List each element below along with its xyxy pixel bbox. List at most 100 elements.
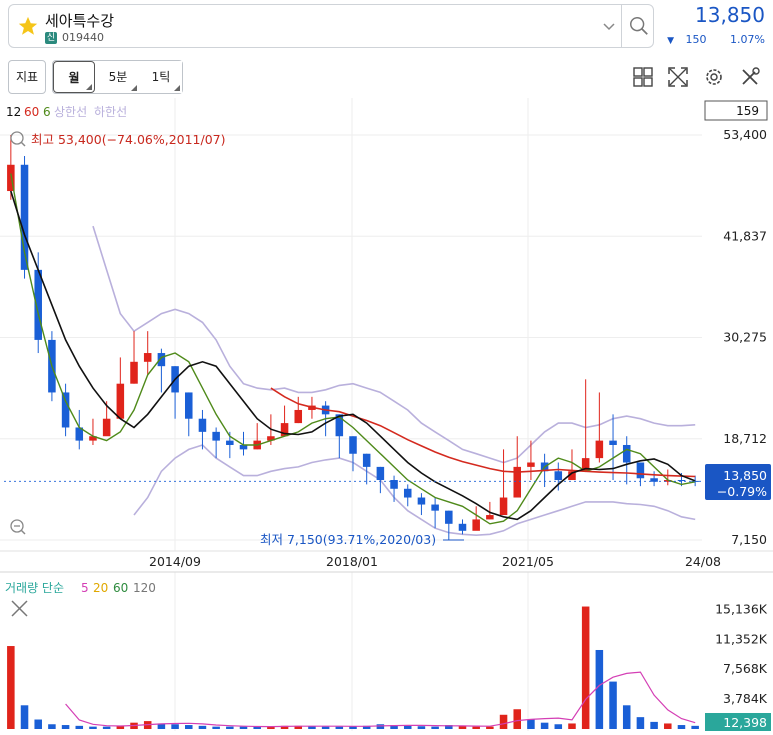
volume-bar xyxy=(75,725,84,729)
candle-body xyxy=(362,453,371,467)
current-volume-value: 12,398 xyxy=(723,715,767,730)
price-y-tick: 53,400 xyxy=(723,127,767,142)
candle-body xyxy=(116,383,125,419)
candle-body xyxy=(458,523,467,531)
x-tick-24-08: 24/08 xyxy=(685,554,721,569)
current-price-tag-value: 13,850 xyxy=(723,468,767,483)
candle-body xyxy=(499,497,508,516)
volume-bar xyxy=(20,705,29,729)
market-badge: 신 xyxy=(45,32,57,44)
chart-toolbar: 지표 월 5분 1틱 xyxy=(0,56,773,98)
volume-bar xyxy=(650,721,658,729)
volume-bar xyxy=(417,726,426,729)
candle-body xyxy=(102,418,111,437)
price-y-tick: 18,712 xyxy=(723,431,767,446)
candle-body xyxy=(212,431,220,441)
current-price-tag: 13,850 −0.79% xyxy=(705,464,771,500)
period-5min-button[interactable]: 5분 xyxy=(97,61,139,93)
x-tick-2021-05: 2021/05 xyxy=(502,554,554,569)
stock-name: 세아특수강 xyxy=(45,12,115,30)
volume-legend-ma5: 5 xyxy=(81,581,89,595)
tools-icon[interactable] xyxy=(739,66,761,88)
volume-legend-title: 거래량 단순 xyxy=(5,581,64,595)
volume-y-tick: 11,352K xyxy=(715,631,768,646)
volume-bar xyxy=(664,723,672,729)
volume-legend-ma120: 120 xyxy=(133,581,156,595)
search-button[interactable] xyxy=(621,5,654,47)
legend-band-lower: 하한선 xyxy=(94,105,127,119)
high-annotation: 최고 53,400(−74.06%,2011/07) xyxy=(31,132,226,147)
volume-bar xyxy=(622,705,631,729)
candle-body xyxy=(198,418,207,432)
period-month-button[interactable]: 월 xyxy=(53,61,95,93)
period-1tick-button[interactable]: 1틱 xyxy=(140,61,182,93)
gear-icon[interactable] xyxy=(703,66,725,88)
candle-body xyxy=(294,409,303,424)
volume-y-tick: 3,784K xyxy=(723,691,768,706)
price-y-tick: 30,275 xyxy=(723,330,767,345)
favorite-star-icon[interactable] xyxy=(17,15,39,37)
volume-bar xyxy=(595,649,604,729)
change-value: 150 xyxy=(685,33,707,46)
candle-body xyxy=(609,440,617,445)
volume-bar xyxy=(486,726,494,729)
price-change: ▼ 150 1.07% xyxy=(667,33,765,46)
legend-band-upper: 상한선 xyxy=(54,105,87,119)
volume-legend-ma20: 20 xyxy=(93,581,108,595)
chart-area[interactable]: 12 60 6 상한선 하한선 159 최고 53,400(−74.06%,20… xyxy=(0,98,773,731)
period-5min-label: 5분 xyxy=(108,70,128,84)
candle-body xyxy=(403,488,412,498)
volume-bar xyxy=(554,724,563,729)
volume-bar xyxy=(7,646,15,729)
volume-bar xyxy=(226,726,234,729)
volume-bar xyxy=(691,725,699,729)
current-price: 13,850 xyxy=(695,3,765,27)
layout-grid-icon[interactable] xyxy=(632,66,654,88)
volume-bar xyxy=(212,726,220,729)
candle-body xyxy=(595,440,604,459)
header-bar: 세아특수강 신 019440 13,850 ▼ 150 1.07% xyxy=(0,0,773,56)
indicator-label: 지표 xyxy=(15,70,39,84)
fullscreen-icon[interactable] xyxy=(667,66,689,88)
candle-body xyxy=(486,515,494,520)
volume-bar xyxy=(102,726,111,729)
indicator-button[interactable]: 지표 xyxy=(8,60,46,94)
volume-bar xyxy=(513,709,521,729)
volume-y-tick: 15,136K xyxy=(715,601,768,616)
candle-body xyxy=(622,444,631,463)
price-y-tick: 41,837 xyxy=(723,228,767,243)
price-y-tick: 7,150 xyxy=(731,532,767,547)
stock-search-box[interactable]: 세아특수강 신 019440 xyxy=(8,4,654,48)
period-month-label: 월 xyxy=(68,71,80,85)
volume-bar xyxy=(568,723,576,729)
volume-bar xyxy=(321,726,330,729)
volume-bar xyxy=(89,726,97,729)
volume-bar xyxy=(34,719,42,729)
candle-body xyxy=(554,471,563,481)
legend-ma6: 6 xyxy=(43,105,51,119)
period-selector: 월 5분 1틱 xyxy=(52,60,183,94)
volume-bar xyxy=(581,606,590,729)
candle-body xyxy=(349,436,357,454)
down-arrow-icon: ▼ xyxy=(667,36,675,46)
candle-body xyxy=(130,361,138,384)
candle-body xyxy=(677,480,686,482)
volume-legend: 거래량 단순 5 20 60 120 xyxy=(5,581,156,595)
candle-body xyxy=(376,466,385,481)
candle-body xyxy=(143,353,152,362)
price-chart[interactable]: 12 60 6 상한선 하한선 159 최고 53,400(−74.06%,20… xyxy=(0,98,773,731)
candle-body xyxy=(527,462,535,467)
volume-bar xyxy=(472,726,480,729)
volume-bar xyxy=(636,717,645,729)
candle-body xyxy=(185,392,193,419)
volume-bar xyxy=(48,724,56,729)
candle-body xyxy=(61,392,70,428)
low-annotation: 최저 7,150(93.71%,2020/03) xyxy=(260,532,436,547)
volume-legend-ma60: 60 xyxy=(113,581,128,595)
chevron-down-icon[interactable] xyxy=(601,18,617,34)
volume-bar xyxy=(185,725,193,729)
volume-bar xyxy=(677,725,686,729)
volume-bar xyxy=(540,722,549,729)
volume-bar xyxy=(61,725,70,729)
volume-y-tick: 7,568K xyxy=(723,661,768,676)
